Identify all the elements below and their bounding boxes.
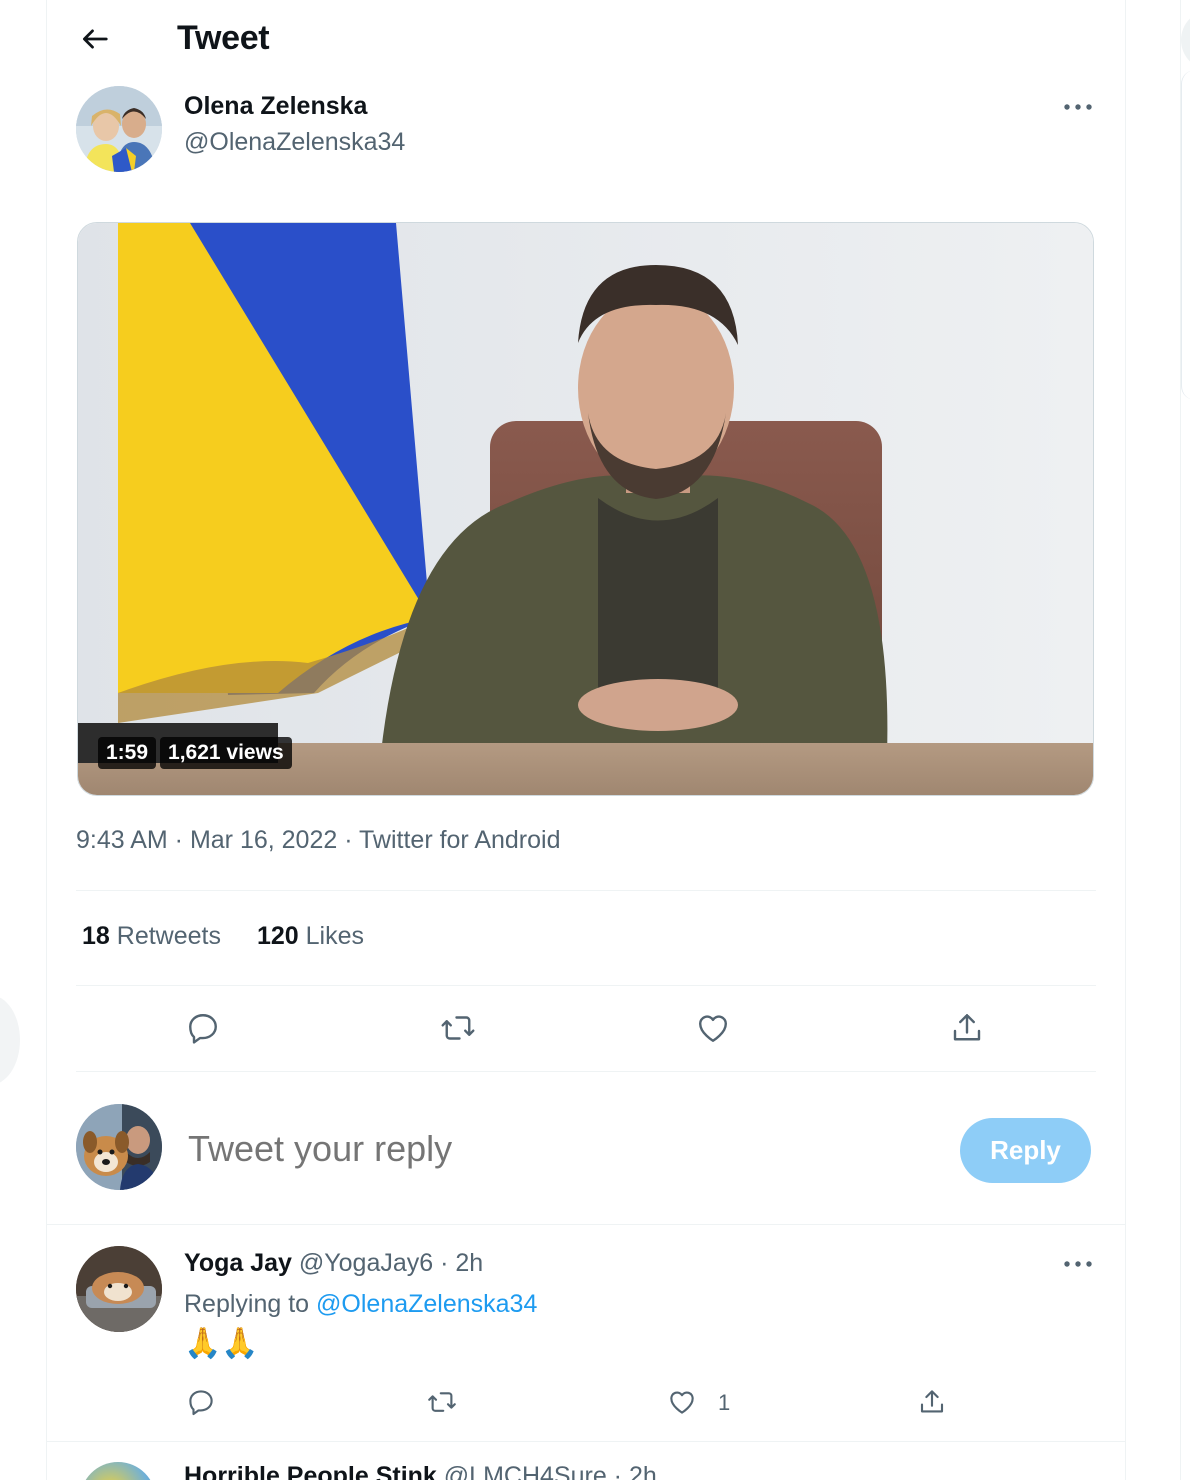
more-icon (1064, 104, 1092, 110)
retweets-stat[interactable]: 18 Retweets (82, 922, 221, 951)
reply-input[interactable] (188, 1128, 888, 1170)
sidebar-panel-edge (1181, 70, 1190, 400)
divider (76, 985, 1096, 986)
reply-header: Yoga Jay @YogaJay6 · 2h (184, 1249, 483, 1278)
tweet-video[interactable]: 1:59 1,621 views (77, 222, 1094, 796)
divider (76, 890, 1096, 891)
reply-author-name[interactable]: Yoga Jay (184, 1249, 292, 1277)
video-views: 1,621 views (160, 737, 292, 769)
arrow-left-icon (83, 29, 108, 49)
back-button[interactable] (74, 18, 116, 60)
reply-more-button[interactable] (1060, 1254, 1096, 1274)
tweet-timestamp[interactable]: 9:43 AM · Mar 16, 2022 · Twitter for And… (76, 826, 561, 855)
background-blob (0, 995, 20, 1085)
divider (46, 1224, 1126, 1225)
share-icon (953, 1014, 981, 1041)
retweet-button[interactable] (436, 1006, 480, 1050)
reply-icon (189, 1390, 213, 1416)
sidebar-search-edge (1181, 10, 1190, 70)
reply-like-button[interactable] (664, 1384, 700, 1420)
replying-to: Replying to @OlenaZelenska34 (184, 1290, 537, 1319)
retweets-count: 18 (82, 922, 110, 950)
reply-handle-time[interactable]: @YogaJay6 · 2h (299, 1249, 483, 1277)
like-button[interactable] (691, 1006, 735, 1050)
tweet-stats: 18 Retweets 120 Likes (82, 922, 364, 951)
author-name[interactable]: Olena Zelenska (184, 92, 367, 121)
divider (46, 1441, 1126, 1442)
next-reply-header: Horrible People Stink @LMCH4Sure · 2h (184, 1462, 657, 1480)
reply-reply-button[interactable] (183, 1384, 219, 1420)
next-reply-handle-time[interactable]: @LMCH4Sure · 2h (444, 1462, 657, 1480)
reply-share-button[interactable] (914, 1384, 950, 1420)
next-reply-author-name[interactable]: Horrible People Stink (184, 1462, 437, 1480)
reply-button[interactable] (181, 1006, 225, 1050)
retweet-icon (428, 1392, 456, 1412)
replying-to-link[interactable]: @OlenaZelenska34 (316, 1290, 537, 1318)
reply-icon (189, 1014, 217, 1044)
like-icon (670, 1391, 694, 1414)
more-icon (1064, 1261, 1092, 1267)
replying-prefix: Replying to (184, 1290, 310, 1318)
author-avatar[interactable] (76, 86, 162, 172)
video-badges: 1:59 1,621 views (98, 737, 292, 769)
sidebar-edge (1180, 0, 1190, 1480)
share-button[interactable] (945, 1006, 989, 1050)
author-handle[interactable]: @OlenaZelenska34 (184, 128, 405, 157)
video-duration: 1:59 (98, 737, 157, 769)
reply-text: 🙏🙏 (184, 1327, 259, 1360)
like-icon (699, 1015, 727, 1042)
likes-count: 120 (256, 922, 299, 950)
page-title: Tweet (177, 19, 270, 57)
more-options-button[interactable] (1060, 97, 1096, 117)
share-icon (920, 1390, 944, 1413)
current-user-avatar[interactable] (76, 1104, 162, 1190)
likes-label: Likes (305, 922, 365, 950)
retweets-label: Retweets (116, 922, 221, 950)
reply-author-avatar[interactable] (76, 1246, 162, 1332)
video-frame (78, 223, 1093, 795)
likes-stat[interactable]: 120 Likes (257, 922, 364, 951)
divider (76, 1071, 1096, 1072)
reply-submit-button[interactable]: Reply (960, 1118, 1091, 1183)
retweet-icon (441, 1016, 475, 1040)
reply-retweet-button[interactable] (424, 1384, 460, 1420)
reply-like-count: 1 (718, 1390, 731, 1415)
